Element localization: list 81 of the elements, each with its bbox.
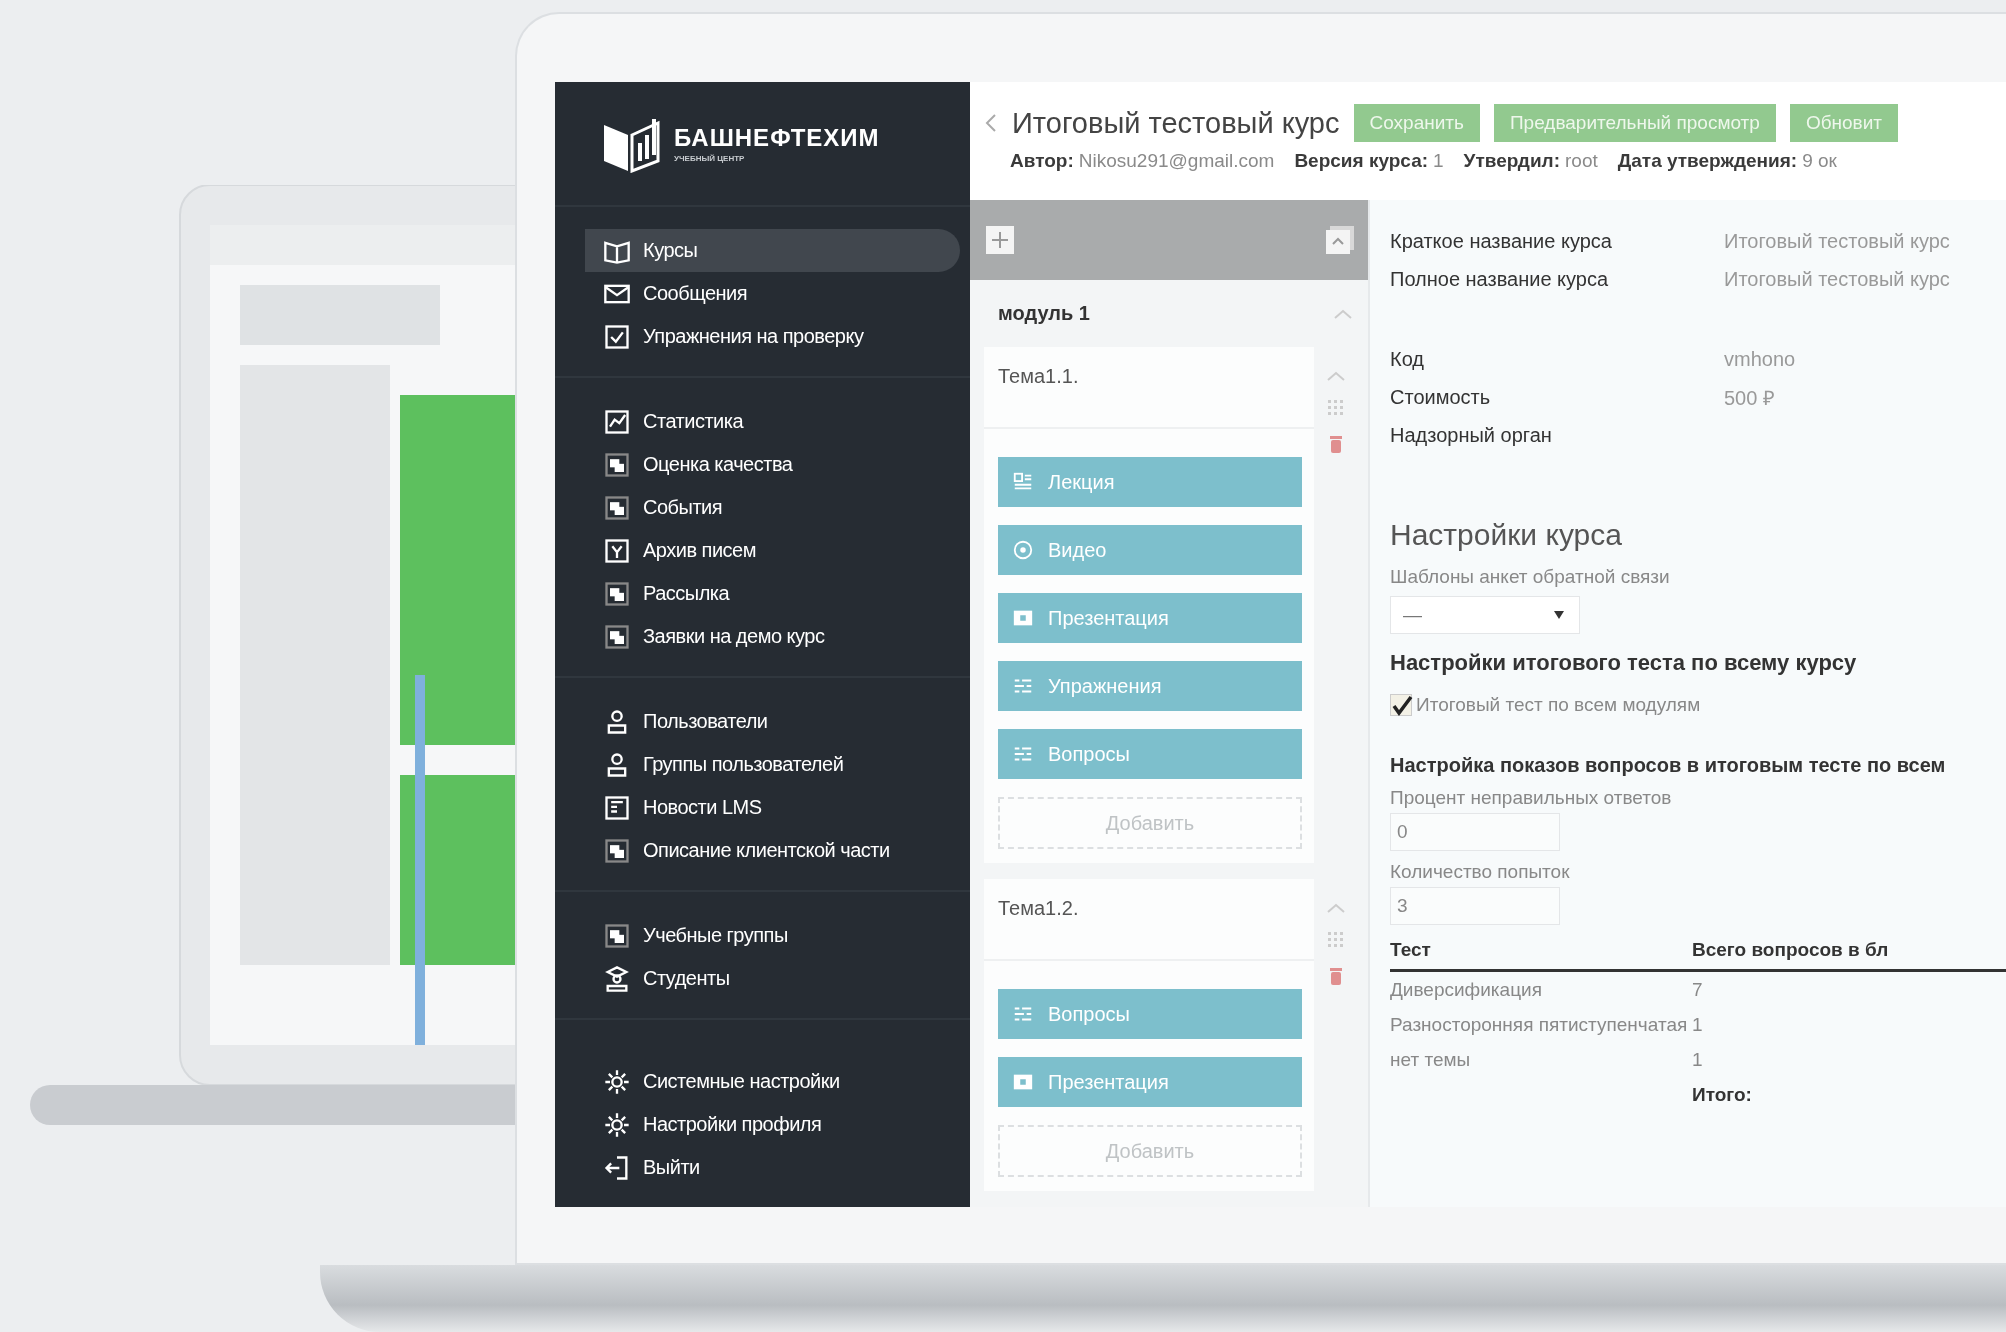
field-label: Полное название курса — [1390, 267, 1610, 291]
column-header: Тест — [1390, 933, 1692, 972]
menu-item[interactable]: Группы пользователей — [585, 743, 960, 786]
chevron-up-icon[interactable] — [1325, 901, 1347, 915]
stack-icon — [603, 836, 631, 865]
stack-icon — [603, 493, 631, 522]
field-label: Код — [1390, 347, 1425, 371]
collapse-all-icon[interactable] — [1324, 224, 1356, 257]
menu-item[interactable]: Оценка качества — [585, 443, 960, 486]
student-icon — [603, 964, 631, 993]
menu-item[interactable]: Описание клиентской части — [585, 829, 960, 872]
field-label: Количество попыток — [1390, 861, 1571, 883]
stack-icon — [603, 579, 631, 608]
field-value: 500 ₽ — [1724, 385, 1775, 411]
meta-value: 9 ок — [1802, 150, 1837, 172]
back-chevron-icon[interactable] — [984, 112, 998, 134]
chevron-up-icon[interactable] — [1325, 369, 1347, 383]
checkbox-icon — [603, 322, 631, 351]
logo-wordmark: БАШНЕФТЕХИМ — [674, 124, 880, 152]
field-value: Итоговый тестовый курс — [1724, 267, 1950, 291]
meta-value: Nikosu291@gmail.com — [1078, 150, 1275, 172]
section-subtitle: Настройка показов вопросов в итоговым тесте по всем — [1390, 754, 1947, 777]
chart-icon — [603, 407, 631, 436]
logo-subtitle: УЧЕБНЫЙ ЦЕНТР — [674, 154, 746, 163]
topic-title: Тема1.2. — [984, 879, 1314, 961]
column-header: Всего вопросов в бл — [1692, 933, 2006, 972]
menu-item[interactable]: Выйти — [585, 1146, 960, 1189]
field-label: Шаблоны анкет обратной связи — [1390, 566, 1671, 588]
table-cell-text: нет темы — [1390, 1047, 1472, 1072]
field-value: Итоговый тестовый курс — [1724, 229, 1950, 253]
dropdown-arrow-icon — [1553, 610, 1565, 620]
table-cell-text: 1 — [1692, 1047, 1704, 1072]
meta-label: Версия курса: — [1294, 150, 1429, 172]
add-icon[interactable] — [984, 224, 1016, 257]
field-label: Стоимость — [1390, 385, 1492, 409]
meta-label: Дата утверждения: — [1617, 150, 1798, 172]
settings-icon — [603, 1067, 631, 1096]
meta-value: root — [1565, 150, 1598, 172]
field-label: Процент неправильных ответов — [1390, 787, 1673, 809]
section-title: Настройки курса — [1390, 518, 1623, 552]
field-label: Надзорный орган — [1390, 423, 1553, 447]
menu-item[interactable]: Настройки профиля — [585, 1103, 960, 1146]
field-label: Краткое название курса — [1390, 229, 1613, 253]
menu-item[interactable]: Новости LMS — [585, 786, 960, 829]
menu-item[interactable]: Архив писем — [585, 529, 960, 572]
menu-item[interactable]: Заявки на демо курс — [585, 615, 960, 658]
table-cell-text: 1 — [1692, 1012, 1704, 1037]
menu-item[interactable]: Учебные группы — [585, 914, 960, 957]
table-cell-text: Диверсификация — [1390, 977, 1543, 1002]
table-cell-text: Разносторонняя пятиступенчатая — [1390, 1012, 1689, 1037]
topic-title: Тема1.1. — [984, 347, 1314, 429]
meta-value: 1 — [1433, 150, 1444, 172]
feedback-template-dropdown[interactable]: — — [1390, 596, 1580, 634]
total-label: Итого: — [1692, 1083, 1752, 1106]
stack-icon — [603, 450, 631, 479]
module-title: модуль 1 — [998, 302, 1090, 326]
menu-item[interactable]: Студенты — [585, 957, 960, 1000]
menu-item[interactable]: Пользователи — [585, 700, 960, 743]
section-subtitle: Настройки итогового теста по всему курсу — [1390, 650, 1858, 676]
meta-label: Утвердил: — [1463, 150, 1560, 172]
field-value: vmhono — [1724, 347, 1796, 371]
menu-item[interactable]: Рассылка — [585, 572, 960, 615]
menu-item[interactable]: События — [585, 486, 960, 529]
menu-item[interactable]: Упражнения на проверку — [585, 315, 960, 358]
settings-icon — [603, 1110, 631, 1139]
archive-icon — [603, 536, 631, 565]
menu-item[interactable]: Статистика — [585, 400, 960, 443]
stack-icon — [603, 622, 631, 651]
table-cell-text: 7 — [1692, 977, 1704, 1002]
news-icon — [603, 793, 631, 822]
menu-item[interactable]: Курсы — [585, 229, 960, 272]
meta-label: Автор: — [1010, 150, 1074, 172]
logout-icon — [603, 1153, 631, 1182]
checkbox-label: Итоговый тест по всем модулям — [1416, 694, 1701, 716]
menu-item[interactable]: Системные настройки — [585, 1060, 960, 1103]
menu-item[interactable]: Сообщения — [585, 272, 960, 315]
video-icon — [1012, 539, 1034, 561]
checkbox[interactable] — [1390, 694, 1412, 716]
number-input[interactable]: 3 — [1390, 887, 1560, 925]
page-title: Итоговый тестовый курс — [1012, 106, 1340, 140]
stack-icon — [603, 921, 631, 950]
